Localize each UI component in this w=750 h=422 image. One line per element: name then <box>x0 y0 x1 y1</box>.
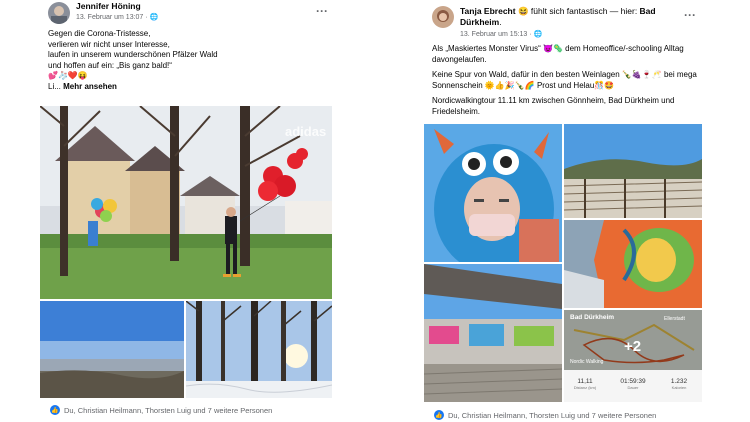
photo-monster-selfie[interactable] <box>424 124 562 262</box>
reaction-summary[interactable]: 👍 Du, Christian Heilmann, Thorsten Luig … <box>434 410 656 420</box>
photo-forest-snow[interactable] <box>186 301 332 398</box>
text-line: verlieren wir nicht unser Interesse, <box>48 39 170 49</box>
like-icon: 👍 <box>434 410 444 420</box>
post-timestamp[interactable]: 13. Februar um 13:07 · 🌐 <box>76 13 158 21</box>
author-line: Tanja Ebrecht 😆 fühlt sich fantastisch —… <box>460 6 656 27</box>
post-text: Gegen die Corona-Tristesse, verlieren wi… <box>48 29 328 92</box>
avatar[interactable] <box>48 2 70 24</box>
globe-icon: 🌐 <box>149 14 159 21</box>
feeling-text: 😆 fühlt sich fantastisch — hier: <box>515 6 640 16</box>
map-stat-distance: 11,11 Distanz (km) <box>573 378 597 390</box>
reaction-names[interactable]: Du, Christian Heilmann, Thorsten Luig un… <box>64 406 272 415</box>
svg-text:adidas: adidas <box>285 124 326 139</box>
post-text: Als „Maskiertes Monster Virus“ 😈🦠 dem Ho… <box>432 44 700 117</box>
post-tanja: Tanja Ebrecht 😆 fühlt sich fantastisch —… <box>422 0 704 422</box>
map-place-label: Bad Dürkheim <box>570 314 615 321</box>
post-jennifer: Jennifer Höning 13. Februar um 13:07 · 🌐… <box>38 0 332 422</box>
map-activity-label: Nordic Walking <box>570 359 604 365</box>
text-line: 💕🧦❤️😝 <box>48 71 88 80</box>
post-header: Jennifer Höning 13. Februar um 13:07 · 🌐… <box>48 0 332 30</box>
author-name[interactable]: Tanja Ebrecht <box>460 6 516 16</box>
paragraph-1: Als „Maskiertes Monster Virus“ 😈🦠 dem Ho… <box>432 44 684 64</box>
photo-graffiti-wall[interactable] <box>564 220 702 308</box>
photo-vineyard[interactable] <box>564 124 702 218</box>
post-header: Tanja Ebrecht 😆 fühlt sich fantastisch —… <box>432 0 704 38</box>
photo-route-map[interactable]: Bad Dürkheim Ellerstadt Nordic Walking +… <box>564 310 702 402</box>
text-line: Gegen die Corona-Tristesse, <box>48 29 151 38</box>
see-more-link[interactable]: Mehr ansehen <box>63 82 117 91</box>
reaction-summary[interactable]: 👍 Du, Christian Heilmann, Thorsten Luig … <box>50 405 272 415</box>
avatar[interactable] <box>432 6 454 28</box>
paragraph-2: Keine Spur von Wald, dafür in den besten… <box>432 70 697 90</box>
photo-runner-park[interactable]: adidas <box>40 106 332 299</box>
more-photos-count[interactable]: +2 <box>624 338 641 355</box>
map-place-label-2: Ellerstadt <box>664 316 685 322</box>
post-timestamp[interactable]: 13. Februar um 15:13 · 🌐 <box>460 30 542 38</box>
map-stat-duration: 01:59:39 Dauer <box>620 378 646 390</box>
more-options-icon[interactable]: ··· <box>684 8 696 22</box>
map-stat-calories: 1.232 Kalorien <box>670 378 688 390</box>
photo-valley-view[interactable] <box>40 301 184 398</box>
reaction-names[interactable]: Du, Christian Heilmann, Thorsten Luig un… <box>448 411 656 420</box>
text-truncated: Li... <box>48 81 64 91</box>
author-name[interactable]: Jennifer Höning <box>76 1 276 12</box>
paragraph-3: Nordicwalkingtour 11.11 km zwischen Gönn… <box>432 96 675 116</box>
text-line: und hoffen auf ein: „Bis ganz bald!“ <box>48 60 172 70</box>
globe-icon: 🌐 <box>533 31 543 38</box>
like-icon: 👍 <box>50 405 60 415</box>
text-line: laufen in unserem wunderschönen Pfälzer … <box>48 50 218 59</box>
photo-bridge-graffiti[interactable] <box>424 264 562 402</box>
more-options-icon[interactable]: ··· <box>316 4 328 18</box>
